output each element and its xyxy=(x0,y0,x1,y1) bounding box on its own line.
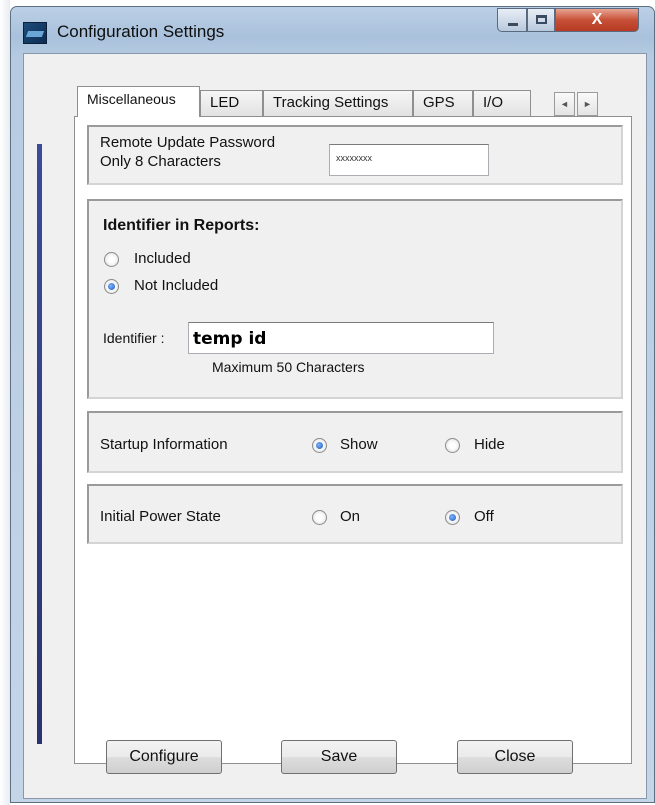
close-button[interactable]: Close xyxy=(457,740,573,774)
identifier-field-label: Identifier : xyxy=(103,330,165,346)
power-off-label: Off xyxy=(474,508,494,525)
app-icon xyxy=(23,22,47,44)
password-input[interactable]: xxxxxxxx xyxy=(329,144,489,176)
minimize-button[interactable] xyxy=(497,8,527,32)
startup-show-radio[interactable] xyxy=(312,438,327,453)
decorative-stripe xyxy=(37,144,42,744)
startup-hide-radio[interactable] xyxy=(445,438,460,453)
desktop-background xyxy=(0,0,10,805)
configuration-window: Configuration Settings X Miscellaneous L… xyxy=(10,6,655,803)
tab-label: GPS xyxy=(423,94,455,111)
tab-label: Miscellaneous xyxy=(87,91,176,107)
save-button[interactable]: Save xyxy=(281,740,397,774)
initial-power-state-group: Initial Power State On Off xyxy=(87,484,623,544)
startup-information-label: Startup Information xyxy=(100,436,228,453)
close-window-button[interactable]: X xyxy=(555,8,639,32)
startup-show-label: Show xyxy=(340,436,378,453)
tab-gps[interactable]: GPS xyxy=(413,90,473,116)
identifier-group: Identifier in Reports: Included Not Incl… xyxy=(87,199,623,399)
identifier-max-hint: Maximum 50 Characters xyxy=(212,359,365,375)
tab-scroll-left-icon[interactable]: ◄ xyxy=(554,92,575,116)
password-label: Remote Update Password xyxy=(100,134,276,151)
not-included-label: Not Included xyxy=(134,277,219,294)
window-title: Configuration Settings xyxy=(57,22,225,41)
power-on-radio[interactable] xyxy=(312,510,327,525)
tab-page-miscellaneous: Remote Update Password Only 8 Characters… xyxy=(74,116,632,764)
power-on-label: On xyxy=(340,508,361,525)
identifier-heading: Identifier in Reports: xyxy=(103,217,260,234)
tab-io[interactable]: I/O xyxy=(473,90,531,116)
tab-label: I/O xyxy=(483,94,504,111)
tab-scroll-right-icon[interactable]: ► xyxy=(577,92,598,116)
maximize-button[interactable] xyxy=(527,8,555,32)
configure-button[interactable]: Configure xyxy=(106,740,222,774)
tab-label: Tracking Settings xyxy=(273,94,389,111)
client-area: Miscellaneous LED Tracking Settings GPS … xyxy=(23,53,647,799)
power-off-radio[interactable] xyxy=(445,510,460,525)
tab-tracking-settings[interactable]: Tracking Settings xyxy=(263,90,413,116)
initial-power-state-label: Initial Power State xyxy=(100,508,221,525)
title-bar[interactable]: Configuration Settings X xyxy=(11,7,654,53)
tab-scroll-buttons: ◄ ► xyxy=(554,92,600,116)
tab-led[interactable]: LED xyxy=(200,90,263,116)
startup-information-group: Startup Information Show Hide xyxy=(87,411,623,473)
startup-hide-label: Hide xyxy=(474,436,505,453)
password-group: Remote Update Password Only 8 Characters… xyxy=(87,125,623,185)
tab-label: LED xyxy=(210,94,240,111)
password-hint: Only 8 Characters xyxy=(100,153,221,170)
tab-miscellaneous[interactable]: Miscellaneous xyxy=(77,86,200,117)
included-label: Included xyxy=(134,250,191,267)
identifier-input[interactable]: temp id xyxy=(188,322,494,354)
not-included-radio[interactable] xyxy=(104,279,119,294)
included-radio[interactable] xyxy=(104,252,119,267)
